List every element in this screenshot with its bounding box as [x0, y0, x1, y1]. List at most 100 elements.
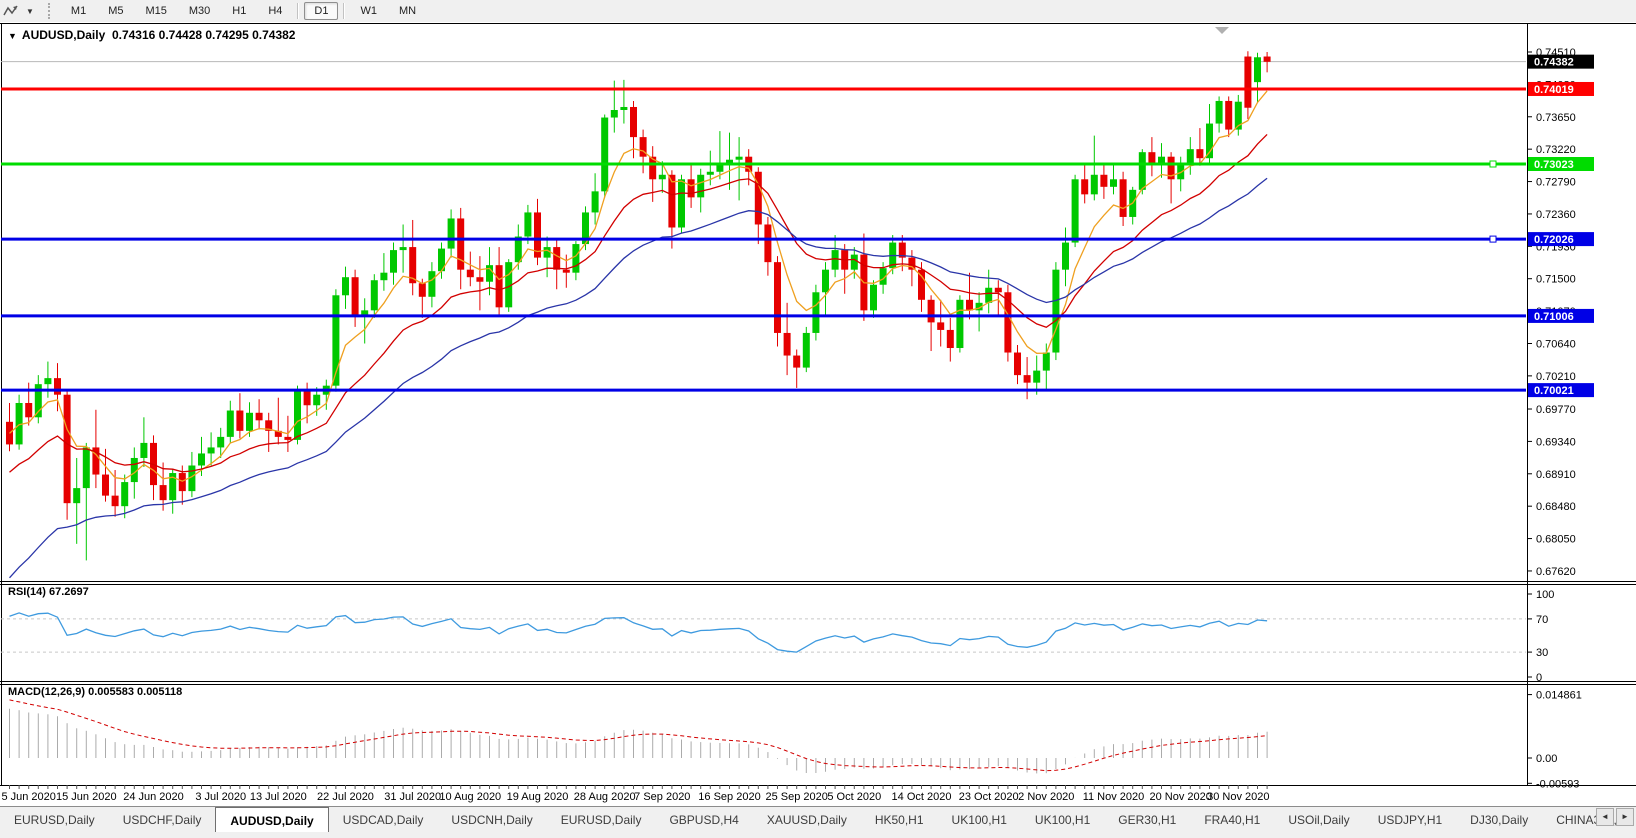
candle-body — [1138, 152, 1146, 190]
candle-body — [601, 117, 609, 192]
collapse-triangle-icon[interactable]: ▼ — [8, 31, 17, 41]
chart-tab-hk50-h1[interactable]: HK50,H1 — [861, 808, 938, 831]
date-label: 28 Aug 2020 — [574, 791, 636, 803]
candle-body — [937, 322, 945, 330]
candle-body — [908, 257, 916, 270]
candle-body — [591, 191, 599, 213]
candle-body — [1215, 100, 1223, 124]
candle-body — [82, 447, 90, 489]
price-badge-label: 0.74019 — [1534, 84, 1574, 96]
toolbar-separator — [343, 3, 346, 19]
chart-tab-gbpusd-h4[interactable]: GBPUSD,H4 — [655, 808, 752, 831]
rsi-tick-label: 70 — [1536, 614, 1548, 626]
price-badge-label: 0.74382 — [1534, 57, 1574, 69]
chart-tab-usdcad-daily[interactable]: USDCAD,Daily — [329, 808, 438, 831]
candle-body — [1196, 149, 1204, 159]
candle-body — [562, 269, 570, 273]
candle-body — [294, 390, 301, 440]
tab-scroll-left-button[interactable]: ◄ — [1596, 808, 1614, 826]
candle-body — [342, 277, 349, 296]
macd-tick-label: 0.014861 — [1536, 690, 1582, 702]
candle-body — [658, 174, 666, 180]
chart-tab-usdjpy-h1[interactable]: USDJPY,H1 — [1364, 808, 1456, 831]
candle-body — [390, 250, 397, 273]
line-drag-handle[interactable] — [1489, 160, 1497, 168]
date-label: 23 Oct 2020 — [959, 791, 1019, 803]
candle-body — [246, 412, 253, 431]
price-tick-label: 0.70210 — [1536, 371, 1576, 383]
candle-body — [956, 299, 964, 349]
candle-body — [678, 179, 685, 228]
timeframe-button-m30[interactable]: M30 — [179, 2, 220, 20]
candle-body — [121, 482, 129, 507]
timeframe-button-w1[interactable]: W1 — [350, 2, 387, 20]
chart-tab-fra40-h1[interactable]: FRA40,H1 — [1190, 808, 1274, 831]
candle-body — [178, 473, 186, 492]
date-label: 30 Nov 2020 — [1207, 791, 1269, 803]
candle-body — [284, 436, 292, 440]
line-drag-handle[interactable] — [1489, 235, 1497, 243]
timeframe-button-h4[interactable]: H4 — [258, 2, 292, 20]
candle-body — [1148, 152, 1156, 165]
date-label: 14 Oct 2020 — [892, 791, 952, 803]
tab-scroll-right-button[interactable]: ► — [1616, 808, 1634, 826]
date-label: 25 Sep 2020 — [766, 791, 828, 803]
date-label: 24 Jun 2020 — [123, 791, 184, 803]
timeframe-button-m1[interactable]: M1 — [61, 2, 96, 20]
chart-tab-xauusd-daily[interactable]: XAUUSD,Daily — [753, 808, 861, 831]
candle-body — [217, 436, 225, 448]
price-badge-label: 0.70021 — [1534, 385, 1574, 397]
timeframe-button-m5[interactable]: M5 — [98, 2, 133, 20]
timeframe-button-m15[interactable]: M15 — [135, 2, 176, 20]
price-tick-label: 0.67620 — [1536, 566, 1576, 578]
candle-body — [111, 495, 119, 507]
price-tick-label: 0.73220 — [1536, 144, 1576, 156]
candle-body — [1062, 242, 1069, 270]
chart-tab-usdchf-daily[interactable]: USDCHF,Daily — [109, 808, 216, 831]
timeframe-button-h1[interactable]: H1 — [222, 2, 256, 20]
timeframe-button-mn[interactable]: MN — [389, 2, 426, 20]
macd-indicator-label: MACD(12,26,9) 0.005583 0.005118 — [8, 686, 183, 698]
candle-body — [706, 171, 714, 175]
chart-tab-uk100-h1[interactable]: UK100,H1 — [1021, 808, 1104, 831]
chevron-down-icon[interactable]: ▼ — [22, 7, 38, 16]
chart-canvas[interactable]: 0.745100.740800.736500.732200.727900.723… — [0, 22, 1636, 806]
chart-tab-uk100-h1[interactable]: UK100,H1 — [938, 808, 1021, 831]
chart-tab-dj30-daily[interactable]: DJ30,Daily — [1456, 808, 1542, 831]
toolbar-grip[interactable] — [47, 3, 54, 19]
candle-body — [495, 265, 503, 308]
date-label: 31 Jul 2020 — [384, 791, 441, 803]
macd-tick-label: 0.00 — [1536, 753, 1557, 765]
price-tick-label: 0.73650 — [1536, 112, 1576, 124]
price-badge-label: 0.71006 — [1534, 311, 1574, 323]
candle-body — [399, 247, 407, 251]
rsi-tick-label: 0 — [1536, 672, 1542, 684]
candle-body — [226, 410, 234, 437]
candle-body — [1023, 375, 1031, 383]
candle-body — [802, 332, 810, 368]
candle-body — [966, 299, 973, 311]
candle-body — [927, 299, 935, 323]
chart-tab-usoil-daily[interactable]: USOil,Daily — [1274, 808, 1363, 831]
chart-tab-ger30-h1[interactable]: GER30,H1 — [1104, 808, 1190, 831]
rsi-indicator-label: RSI(14) 67.2697 — [8, 586, 89, 598]
chart-tab-usdcnh-daily[interactable]: USDCNH,Daily — [437, 808, 546, 831]
candle-body — [466, 269, 474, 278]
candle-body — [54, 378, 61, 395]
chart-tab-eurusd-daily[interactable]: EURUSD,Daily — [0, 808, 109, 831]
price-tick-label: 0.68910 — [1536, 469, 1576, 481]
candle-body — [418, 283, 426, 297]
candle-body — [313, 394, 321, 406]
chart-tab-bar: EURUSD,Daily USDCHF,Daily AUDUSD,Daily USDC… — [0, 806, 1636, 838]
date-label: 22 Jul 2020 — [317, 791, 374, 803]
line-studies-button[interactable] — [0, 1, 22, 21]
candle-body — [687, 179, 695, 198]
chart-tab-eurusd-daily[interactable]: EURUSD,Daily — [547, 808, 656, 831]
candle-body — [850, 254, 858, 270]
candle-body — [630, 106, 637, 138]
chart-tab-audusd-daily[interactable]: AUDUSD,Daily — [215, 807, 329, 832]
candle-body — [524, 212, 532, 237]
chart-title: ▼ AUDUSD,Daily 0.74316 0.74428 0.74295 0.… — [8, 28, 295, 42]
candle-body — [812, 292, 820, 333]
timeframe-button-d1[interactable]: D1 — [304, 2, 339, 20]
